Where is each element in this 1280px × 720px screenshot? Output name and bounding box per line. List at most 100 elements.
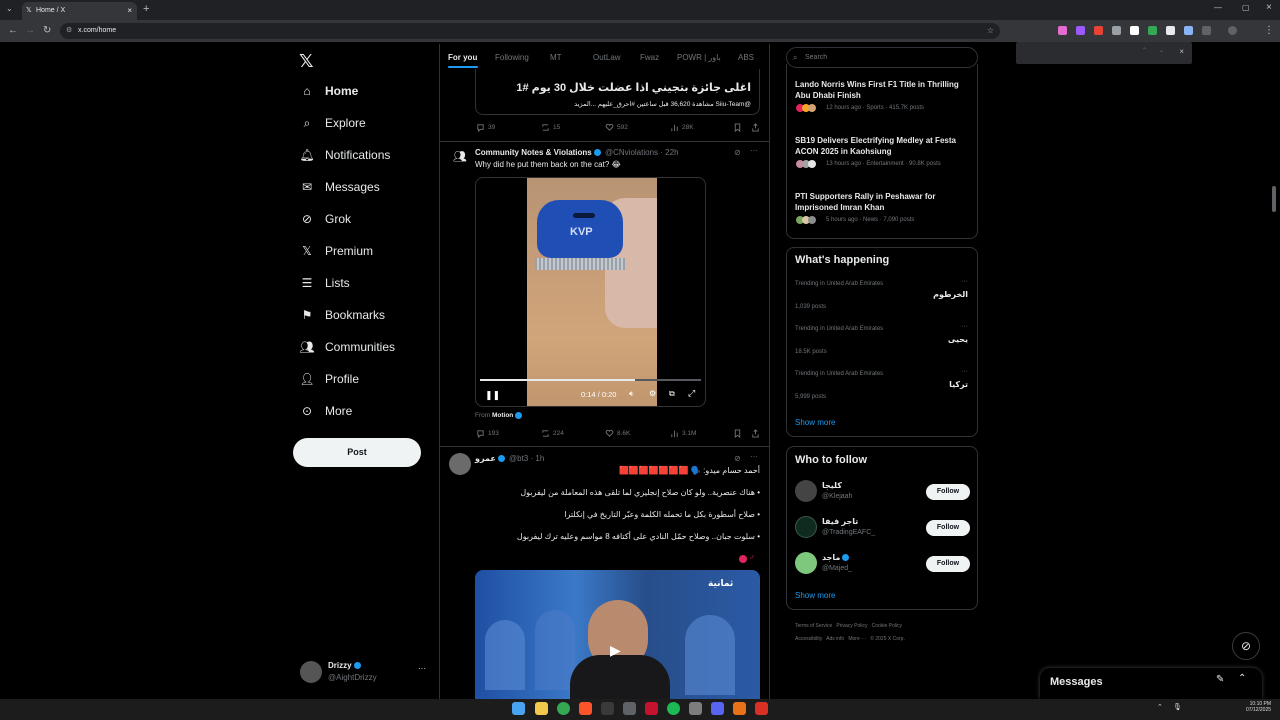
extension-icon[interactable] (1148, 26, 1157, 35)
tweet-time[interactable]: 22h (665, 148, 678, 157)
clock[interactable]: 10:10 PM 07/12/2025 (1246, 701, 1271, 713)
footer-links[interactable]: Accessibility Ads info More ··· © 2025 X… (795, 636, 905, 642)
trend-item[interactable]: Trending in United Arab Emirates ··· الخ… (795, 278, 970, 314)
tab-outlaw[interactable]: OutLaw (593, 53, 621, 62)
follow-name[interactable]: ماجد (822, 553, 851, 562)
app-icon[interactable] (645, 702, 658, 715)
follow-name[interactable]: تاجر فيفا (822, 517, 858, 526)
account-switcher[interactable]: Drizzy @AightDrizzy ··· (296, 658, 432, 686)
source-link[interactable]: Motion (492, 412, 513, 419)
author-handle[interactable]: @CNviolations (605, 148, 658, 157)
nav-communities[interactable]: 👥︎ Communities (299, 335, 395, 359)
news-item-title[interactable]: PTI Supporters Rally in Peshawar for Imp… (795, 191, 970, 213)
spotify-icon[interactable] (667, 702, 680, 715)
profile-avatar-icon[interactable] (1228, 26, 1237, 35)
app-icon[interactable] (601, 702, 614, 715)
extension-icon[interactable] (1130, 26, 1139, 35)
more-dots-icon[interactable]: ··· (961, 278, 968, 285)
bookmark-star-icon[interactable]: ☆ (987, 23, 994, 39)
follow-button[interactable]: Follow (926, 520, 970, 536)
repost-button[interactable]: 15 (541, 123, 560, 132)
follow-name[interactable]: كليجا (822, 481, 842, 490)
show-more-link[interactable]: Show more (795, 418, 835, 427)
start-icon[interactable] (512, 702, 525, 715)
nav-premium[interactable]: 𝕏 Premium (300, 239, 373, 263)
maximize-icon[interactable]: ▢ (1242, 3, 1250, 12)
tab-close-icon[interactable]: × (127, 2, 132, 20)
file-explorer-icon[interactable] (535, 702, 548, 715)
tab-mt[interactable]: MT (550, 53, 562, 62)
more-dots-icon[interactable]: ··· (961, 368, 968, 375)
nav-home[interactable]: ⌂ Home (300, 79, 358, 103)
nav-profile[interactable]: 👤︎ Profile (299, 367, 359, 391)
grok-floating-icon[interactable]: ⊘ (1232, 632, 1260, 660)
more-dots-icon[interactable]: ··· (750, 452, 758, 461)
volume-icon[interactable]: 🔉︎ (629, 389, 634, 399)
extension-icon[interactable] (1058, 26, 1067, 35)
grok-icon[interactable]: ⊘ (734, 148, 741, 157)
pause-icon[interactable]: ❚❚ (485, 390, 500, 401)
site-info-icon[interactable]: ⚙ (66, 23, 72, 39)
messages-drawer[interactable]: Messages ✎ ⌃ (1040, 668, 1262, 699)
extension-icon[interactable] (1184, 26, 1193, 35)
x-logo-icon[interactable]: 𝕏 (299, 51, 314, 72)
author-name[interactable]: عمرو (475, 454, 496, 463)
tab-powr[interactable]: POWR | باور (677, 53, 721, 62)
reply-button[interactable]: 39 (476, 123, 495, 132)
extension-icon[interactable] (1076, 26, 1085, 35)
extension-icon[interactable] (1094, 26, 1103, 35)
tab-following[interactable]: Following (495, 53, 529, 62)
pip-icon[interactable]: ⧉ (669, 389, 675, 399)
like-button[interactable]: 592 (605, 123, 628, 132)
follow-button[interactable]: Follow (926, 484, 970, 500)
app-icon[interactable] (689, 702, 702, 715)
more-dots-icon[interactable]: ··· (418, 664, 426, 673)
find-prev-icon[interactable]: ⌃ (1142, 47, 1147, 54)
tray-chevron-icon[interactable]: ⌃ (1157, 703, 1163, 711)
tab-abs[interactable]: ABS (738, 53, 754, 62)
video-thumbnail[interactable]: ثمانية ▶ (475, 570, 760, 699)
tray-mic-icon[interactable]: 🎙︎ (1173, 703, 1182, 711)
bookmark-button[interactable] (733, 123, 742, 132)
app-icon[interactable] (623, 702, 636, 715)
like-button[interactable]: 8.6K (605, 429, 630, 438)
author-name[interactable]: Community Notes & Violations (475, 148, 592, 157)
window-close-icon[interactable]: × (1266, 2, 1272, 13)
follow-button[interactable]: Follow (926, 556, 970, 572)
new-tab-icon[interactable]: + (143, 3, 149, 15)
nav-bookmarks[interactable]: ⚑ Bookmarks (300, 303, 385, 327)
grok-icon[interactable]: ⊘ (734, 454, 741, 463)
tab-search-icon[interactable]: ⌄ (6, 4, 13, 13)
extensions-puzzle-icon[interactable] (1202, 26, 1211, 35)
share-button[interactable] (751, 429, 760, 438)
avatar[interactable] (795, 552, 817, 574)
back-icon[interactable]: ← (8, 25, 18, 36)
app-icon[interactable] (755, 702, 768, 715)
tab-fwaz[interactable]: Fwaz (640, 53, 659, 62)
bookmark-button[interactable] (733, 429, 742, 438)
discord-icon[interactable] (711, 702, 724, 715)
nav-notifications[interactable]: 🔔︎ Notifications (299, 143, 390, 167)
minimize-icon[interactable]: — (1214, 3, 1222, 12)
nav-lists[interactable]: ☰ Lists (300, 271, 350, 295)
nav-messages[interactable]: ✉ Messages (300, 175, 380, 199)
reply-button[interactable]: 193 (476, 429, 499, 438)
fullscreen-icon[interactable]: ⤢ (688, 388, 695, 399)
brave-icon[interactable] (579, 702, 592, 715)
nav-explore[interactable]: ⌕ Explore (300, 111, 366, 135)
author-handle[interactable]: @bt3 (509, 454, 528, 463)
new-message-icon[interactable]: ✎ (1216, 674, 1224, 685)
news-item-title[interactable]: Lando Norris Wins First F1 Title in Thri… (795, 79, 970, 101)
url-input[interactable]: x.com/home ⚙ ☆ (60, 23, 1000, 39)
settings-icon[interactable]: ⚙ (649, 389, 656, 398)
trend-item[interactable]: Trending in United Arab Emirates ··· يحي… (795, 323, 970, 359)
card-preview[interactable]: اغلى جائزة بتجيني اذا عضلت خلال 30 يوم #… (475, 69, 760, 115)
extension-icon[interactable] (1166, 26, 1175, 35)
video-progress-track[interactable] (480, 379, 701, 381)
tweet-time[interactable]: 1h (535, 454, 544, 463)
views-button[interactable]: 28K (670, 123, 694, 132)
nav-grok[interactable]: ⊘ Grok (300, 207, 351, 231)
chrome-icon[interactable] (557, 702, 570, 715)
play-icon[interactable]: ▶ (610, 642, 621, 659)
video-player[interactable]: KVP ❚❚ 0:14 / 0:20 🔉︎ ⚙ ⧉ ⤢ (475, 177, 706, 407)
